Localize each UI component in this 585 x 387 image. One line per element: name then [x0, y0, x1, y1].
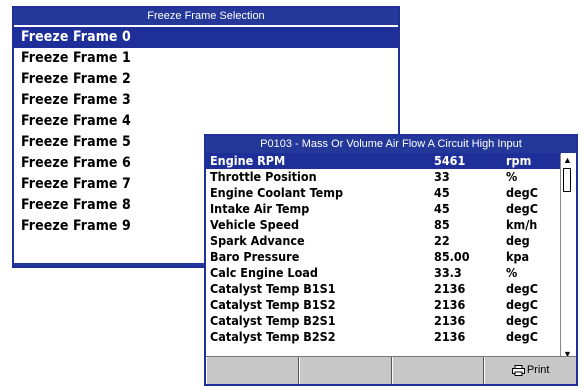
- pid-unit: degC: [506, 201, 538, 216]
- pid-name: Catalyst Temp B2S2: [210, 329, 336, 344]
- pid-row[interactable]: Spark Advance 22 deg: [206, 233, 561, 249]
- pid-row[interactable]: Engine RPM 5461 rpm: [206, 153, 561, 169]
- pid-name: Throttle Position: [210, 169, 317, 184]
- pid-value: 2136: [434, 281, 466, 296]
- pid-name: Engine RPM: [206, 153, 434, 169]
- pid-unit: degC: [506, 281, 538, 296]
- pid-unit: degC: [506, 313, 538, 328]
- pid-table: Engine RPM 5461 rpm Throttle Position 33% E…: [206, 153, 561, 345]
- pid-value: 2136: [434, 329, 466, 344]
- freeze-frame-item-2[interactable]: Freeze Frame 2: [14, 69, 398, 90]
- pid-unit: rpm: [506, 153, 561, 169]
- pid-value: 22: [434, 233, 450, 248]
- softkey-2-button[interactable]: [298, 357, 392, 384]
- softkey-bar: Print: [206, 356, 576, 384]
- pid-name: Baro Pressure: [210, 249, 300, 264]
- pid-value: 85.00: [434, 249, 470, 264]
- pid-value: 33: [434, 169, 450, 184]
- pid-unit: %: [506, 169, 518, 184]
- freeze-frame-item-4[interactable]: Freeze Frame 4: [14, 111, 398, 132]
- printer-icon: [511, 365, 525, 376]
- freeze-frame-window-title: Freeze Frame Selection: [14, 8, 398, 25]
- pid-row[interactable]: Catalyst Temp B1S1 2136 degC: [206, 281, 561, 297]
- pid-name: Engine Coolant Temp: [210, 185, 343, 200]
- pid-unit: km/h: [506, 217, 538, 232]
- pid-row[interactable]: Throttle Position 33%: [206, 169, 561, 185]
- softkey-1-button[interactable]: [206, 357, 299, 384]
- pid-name: Vehicle Speed: [210, 217, 300, 232]
- softkey-3-button[interactable]: [391, 357, 485, 384]
- pid-unit: kpa: [506, 249, 530, 264]
- freeze-frame-item-0[interactable]: Freeze Frame 0: [14, 27, 398, 48]
- pid-unit: degC: [506, 329, 538, 344]
- pid-name: Spark Advance: [210, 233, 305, 248]
- pid-row[interactable]: Catalyst Temp B2S2 2136 degC: [206, 329, 561, 345]
- pid-row[interactable]: Vehicle Speed 85 km/h: [206, 217, 561, 233]
- pid-row[interactable]: Catalyst Temp B1S2 2136 degC: [206, 297, 561, 313]
- pid-value: 2136: [434, 313, 466, 328]
- pid-row[interactable]: Calc Engine Load 33.3%: [206, 265, 561, 281]
- pid-name: Catalyst Temp B1S2: [210, 297, 336, 312]
- dtc-title: P0103 - Mass Or Volume Air Flow A Circui…: [206, 136, 576, 153]
- pid-value: 33.3: [434, 265, 462, 280]
- pid-value: 5461: [434, 153, 506, 169]
- scroll-thumb[interactable]: [563, 168, 571, 192]
- vertical-scrollbar[interactable]: ▲ ▼: [560, 154, 574, 360]
- print-button[interactable]: Print: [484, 357, 576, 384]
- pid-name: Catalyst Temp B2S1: [210, 313, 336, 328]
- pid-name: Intake Air Temp: [210, 201, 310, 216]
- freeze-frame-item-1[interactable]: Freeze Frame 1: [14, 48, 398, 69]
- pid-name: Catalyst Temp B1S1: [210, 281, 336, 296]
- pid-value: 85: [434, 217, 450, 232]
- print-label: Print: [526, 364, 550, 376]
- pid-data-window: P0103 - Mass Or Volume Air Flow A Circui…: [204, 134, 578, 386]
- pid-unit: degC: [506, 185, 538, 200]
- pid-value: 45: [434, 201, 450, 216]
- pid-row[interactable]: Baro Pressure 85.00 kpa: [206, 249, 561, 265]
- pid-value: 45: [434, 185, 450, 200]
- pid-unit: deg: [506, 233, 530, 248]
- pid-unit: degC: [506, 297, 538, 312]
- pid-row[interactable]: Intake Air Temp 45 degC: [206, 201, 561, 217]
- pid-name: Calc Engine Load: [210, 265, 318, 280]
- pid-unit: %: [506, 265, 518, 280]
- pid-row[interactable]: Engine Coolant Temp 45 degC: [206, 185, 561, 201]
- scroll-up-arrow-icon[interactable]: ▲: [561, 154, 574, 166]
- freeze-frame-item-3[interactable]: Freeze Frame 3: [14, 90, 398, 111]
- pid-value: 2136: [434, 297, 466, 312]
- pid-row[interactable]: Catalyst Temp B2S1 2136 degC: [206, 313, 561, 329]
